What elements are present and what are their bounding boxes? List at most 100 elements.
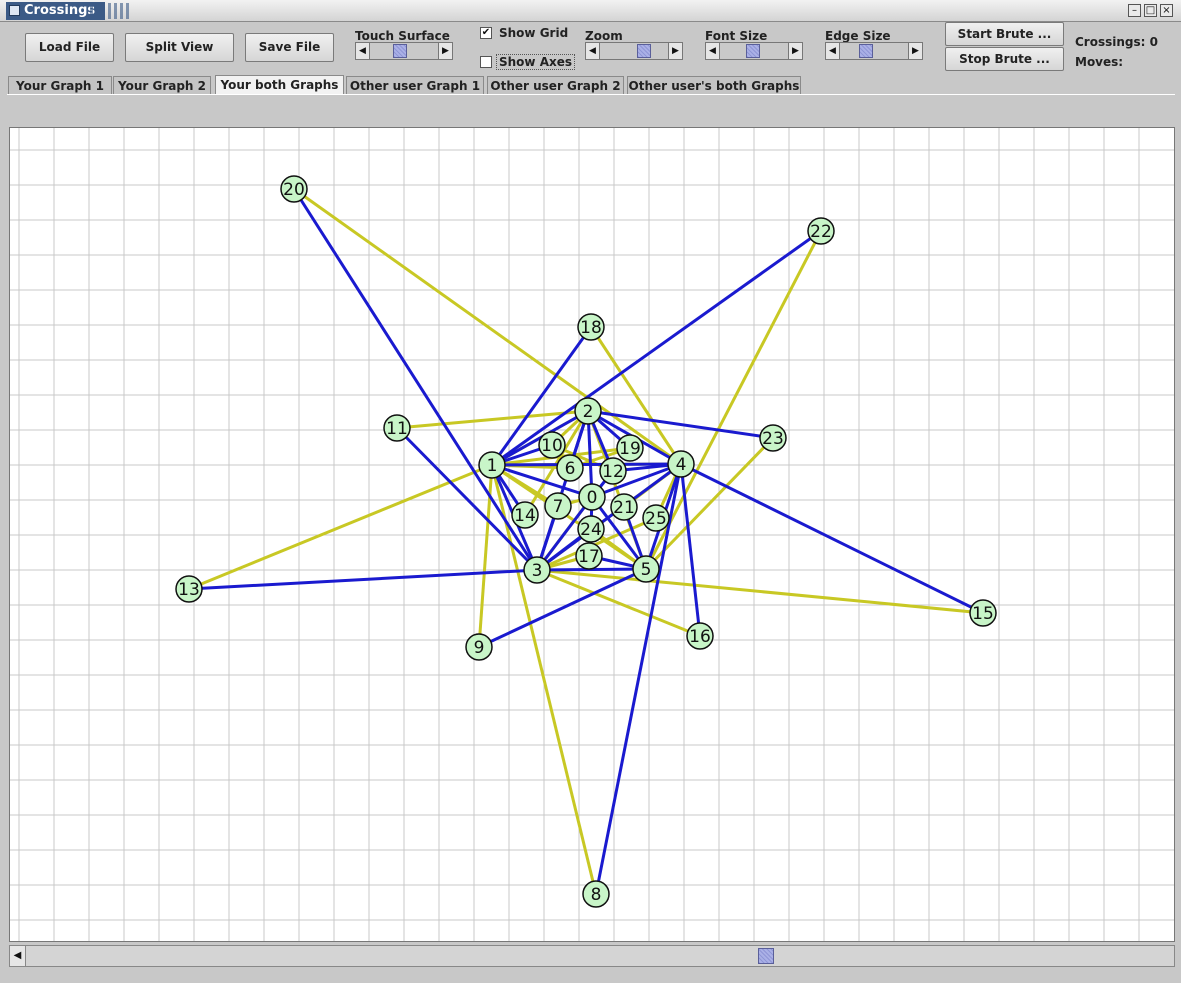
tab-other-user-graph-1[interactable]: Other user Graph 1 — [346, 76, 484, 94]
node-label: 11 — [386, 419, 408, 439]
tab-your-both-graphs[interactable]: Your both Graphs — [215, 75, 344, 95]
save-file-button[interactable]: Save File — [245, 33, 334, 62]
slider-left-arrow-icon[interactable]: ◀ — [825, 42, 840, 60]
node-label: 0 — [587, 488, 598, 508]
graph-node[interactable]: 17 — [575, 542, 603, 570]
graph-node[interactable]: 3 — [523, 556, 551, 584]
node-label: 21 — [613, 498, 635, 518]
load-file-button[interactable]: Load File — [25, 33, 114, 62]
graph-node[interactable]: 15 — [969, 599, 997, 627]
show-axes-checkbox[interactable] — [480, 56, 492, 68]
show-grid-label: Show Grid — [499, 26, 569, 40]
graph1-edge — [292, 188, 539, 571]
slider-left-arrow-icon[interactable]: ◀ — [705, 42, 720, 60]
edge-size-label: Edge Size — [825, 29, 891, 43]
node-label: 18 — [580, 318, 602, 338]
graph-node[interactable]: 25 — [642, 504, 670, 532]
slider-left-arrow-icon[interactable]: ◀ — [585, 42, 600, 60]
graph-node[interactable]: 16 — [686, 622, 714, 650]
graph-node[interactable]: 1 — [478, 451, 506, 479]
graph-node[interactable]: 22 — [807, 217, 835, 245]
slider-track[interactable] — [600, 42, 668, 60]
graph-node[interactable]: 2 — [574, 397, 602, 425]
graph1-edge — [491, 462, 682, 467]
slider-right-arrow-icon[interactable]: ▶ — [908, 42, 923, 60]
show-grid-checkbox[interactable]: ✔ — [480, 27, 492, 39]
horizontal-scrollbar[interactable]: ◀ — [9, 945, 1175, 967]
node-label: 23 — [762, 429, 784, 449]
graph-node[interactable]: 24 — [577, 515, 605, 543]
graph-drawing[interactable]: 0123456789101112131415161718192021222324… — [10, 128, 1174, 941]
graph-node[interactable]: 6 — [556, 454, 584, 482]
scroll-left-arrow-icon[interactable]: ◀ — [10, 946, 26, 966]
start-brute-button[interactable]: Start Brute ... — [945, 22, 1064, 46]
moves-count: Moves: — [1075, 55, 1124, 69]
graph-node[interactable]: 14 — [511, 501, 539, 529]
split-view-button[interactable]: Split View — [125, 33, 234, 62]
stop-brute-button[interactable]: Stop Brute ... — [945, 47, 1064, 71]
graph-node[interactable]: 10 — [538, 431, 566, 459]
graph-node[interactable]: 4 — [667, 450, 695, 478]
graph2-edge — [536, 568, 984, 615]
font-size-slider[interactable]: ◀ ▶ — [705, 42, 803, 60]
tab-other-user-graph-2[interactable]: Other user Graph 2 — [487, 76, 624, 94]
slider-thumb[interactable] — [859, 44, 873, 58]
close-icon[interactable]: × — [1160, 4, 1173, 17]
graph-node[interactable]: 20 — [280, 175, 308, 203]
node-label: 10 — [541, 436, 563, 456]
node-label: 1 — [487, 456, 498, 476]
edge-size-slider[interactable]: ◀ ▶ — [825, 42, 923, 60]
graph-canvas[interactable]: 0 1 2 3 4 5 6 7 8 9 10 11 12 13 14 15 16 17 18 19 20 21 22 23 24… — [9, 127, 1175, 942]
slider-track[interactable] — [370, 42, 438, 60]
window-title: Crossings — [24, 3, 96, 18]
graph-node[interactable]: 12 — [599, 457, 627, 485]
node-label: 9 — [474, 638, 485, 658]
touch-surface-slider[interactable]: ◀ ▶ — [355, 42, 453, 60]
node-label: 12 — [602, 462, 624, 482]
minimize-icon[interactable]: – — [1128, 4, 1141, 17]
node-label: 16 — [689, 627, 711, 647]
node-label: 7 — [553, 497, 564, 517]
graph-node[interactable]: 8 — [582, 880, 610, 908]
scroll-thumb[interactable] — [758, 948, 774, 964]
node-label: 13 — [178, 580, 200, 600]
graph-node[interactable]: 21 — [610, 493, 638, 521]
maximize-icon[interactable]: □ — [1144, 4, 1157, 17]
graph-node[interactable]: 11 — [383, 414, 411, 442]
crossings-count: Crossings: 0 — [1075, 35, 1158, 49]
slider-thumb[interactable] — [637, 44, 651, 58]
node-label: 17 — [578, 547, 600, 567]
zoom-slider[interactable]: ◀ ▶ — [585, 42, 683, 60]
tab-other-users-both-graphs[interactable]: Other user's both Graphs — [627, 76, 801, 94]
graph-node[interactable]: 9 — [465, 633, 493, 661]
graph-node[interactable]: 23 — [759, 424, 787, 452]
slider-left-arrow-icon[interactable]: ◀ — [355, 42, 370, 60]
slider-track[interactable] — [720, 42, 788, 60]
slider-track[interactable] — [840, 42, 908, 60]
graph-node[interactable]: 0 — [578, 483, 606, 511]
slider-right-arrow-icon[interactable]: ▶ — [788, 42, 803, 60]
tab-your-graph-1[interactable]: Your Graph 1 — [8, 76, 112, 94]
graph-node[interactable]: 13 — [175, 575, 203, 603]
slider-right-arrow-icon[interactable]: ▶ — [438, 42, 453, 60]
graph2-edge — [477, 464, 494, 648]
slider-thumb[interactable] — [393, 44, 407, 58]
touch-surface-label: Touch Surface — [355, 29, 450, 43]
show-axes-label: Show Axes — [496, 54, 576, 70]
tab-your-graph-2[interactable]: Your Graph 2 — [113, 76, 211, 94]
graph-node[interactable]: 18 — [577, 313, 605, 341]
graph-node[interactable]: 19 — [616, 434, 644, 462]
node-label: 8 — [591, 885, 602, 905]
title-bar: Crossings – □ × — [0, 0, 1181, 22]
graph-node[interactable]: 7 — [544, 492, 572, 520]
slider-thumb[interactable] — [746, 44, 760, 58]
tab-content-strip — [7, 94, 1175, 129]
node-label: 2 — [583, 402, 594, 422]
graph-node[interactable]: 5 — [632, 555, 660, 583]
graph1-edge — [594, 463, 683, 895]
node-label: 14 — [514, 506, 536, 526]
node-label: 19 — [619, 439, 641, 459]
node-label: 20 — [283, 180, 305, 200]
node-label: 24 — [580, 520, 602, 540]
slider-right-arrow-icon[interactable]: ▶ — [668, 42, 683, 60]
